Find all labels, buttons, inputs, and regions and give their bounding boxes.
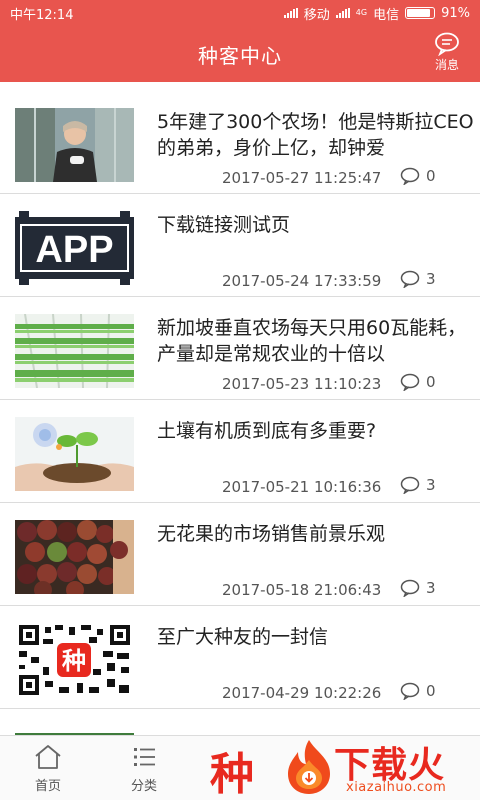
- network-type: 4G: [355, 8, 368, 17]
- app-header: 种客中心 消息: [0, 26, 480, 82]
- article-title: 下载链接测试页: [157, 214, 291, 236]
- watermark-url: xiazaihuo.com: [346, 780, 447, 795]
- tab-home-label: 首页: [34, 779, 61, 794]
- article-date: 2017-04-29 10:22:26: [222, 684, 382, 702]
- comment-count-value: 3: [426, 579, 436, 597]
- status-bar: 中午12:14 移动 4G 电信 91%: [0, 0, 480, 26]
- comment-icon: [400, 579, 420, 597]
- article-title: 5年建了300个农场！他是特斯拉CEO的弟弟，身价上亿，却钟爱: [157, 111, 474, 159]
- comment-count-value: 0: [426, 167, 436, 185]
- article-date: 2017-05-18 21:06:43: [222, 581, 382, 599]
- article-date: 2017-05-23 11:10:23: [222, 375, 382, 393]
- comment-icon: [400, 476, 420, 494]
- article-thumbnail: [15, 314, 134, 388]
- article-date: 2017-05-21 10:16:36: [222, 478, 382, 496]
- article-thumbnail: [15, 417, 134, 491]
- qr-logo-text: 种: [62, 647, 86, 675]
- signal-icon: [283, 8, 298, 18]
- comment-count-value: 3: [426, 476, 436, 494]
- bottom-tab-bar: 首页 分类 种 下载火 xiazaihuo.com: [0, 735, 480, 800]
- list-item[interactable]: 新加坡垂直农场每天只用60瓦能耗，产量却是常规农业的十倍以 2017-05-23…: [0, 297, 480, 400]
- article-thumbnail: [15, 520, 134, 594]
- comment-count-value: 0: [426, 373, 436, 391]
- list-item[interactable]: 无花果的市场销售前景乐观 2017-05-18 21:06:43 3: [0, 503, 480, 606]
- tab-category-label: 分类: [130, 779, 157, 794]
- list-item[interactable]: 种 至广大种友的一封信 2017-04-29 10:22:26 0: [0, 606, 480, 709]
- comment-count: 3: [400, 270, 436, 288]
- article-title: 新加坡垂直农场每天只用60瓦能耗，产量却是常规农业的十倍以: [157, 317, 467, 365]
- list-icon: [134, 748, 155, 766]
- comment-icon: [400, 167, 420, 185]
- app-thumb-text: APP: [35, 229, 113, 271]
- page-title: 种客中心: [198, 43, 282, 68]
- carrier-2: 电信: [373, 7, 400, 23]
- list-item[interactable]: 土壤有机质到底有多重要? 2017-05-21 10:16:36 3: [0, 400, 480, 503]
- comment-count-value: 0: [426, 682, 436, 700]
- comment-count: 0: [400, 682, 436, 700]
- article-thumbnail: 种: [15, 623, 134, 697]
- list-item[interactable]: APP 下载链接测试页 2017-05-24 17:33:59 3: [0, 194, 480, 297]
- signal-icon-2: [335, 8, 350, 18]
- comment-count: 0: [400, 373, 436, 391]
- status-time: 中午12:14: [10, 7, 74, 23]
- comment-icon: [400, 373, 420, 391]
- article-date: 2017-05-27 11:25:47: [222, 169, 382, 187]
- flame-logo-icon: [288, 740, 330, 794]
- article-title: 土壤有机质到底有多重要?: [157, 420, 377, 442]
- carrier-1: 移动: [303, 7, 330, 23]
- comment-count: 3: [400, 476, 436, 494]
- message-button[interactable]: 消息: [434, 32, 460, 73]
- tab-category[interactable]: 分类: [118, 736, 170, 800]
- article-date: 2017-05-24 17:33:59: [222, 272, 382, 290]
- watermark-logo: 下载火 xiazaihuo.com: [282, 738, 477, 798]
- article-list: 5年建了300个农场！他是特斯拉CEO的弟弟，身价上亿，却钟爱 2017-05-…: [0, 82, 480, 734]
- comment-count: 0: [400, 167, 436, 185]
- list-item[interactable]: 5年建了300个农场！他是特斯拉CEO的弟弟，身价上亿，却钟爱 2017-05-…: [0, 91, 480, 194]
- article-thumbnail: [15, 108, 134, 182]
- center-tab-logo[interactable]: 种: [210, 738, 254, 800]
- article-title: 无花果的市场销售前景乐观: [157, 523, 386, 545]
- article-title: 至广大种友的一封信: [157, 626, 329, 648]
- tab-home[interactable]: 首页: [22, 736, 74, 800]
- battery-level: 91%: [441, 5, 470, 21]
- home-icon: [35, 745, 61, 769]
- status-right: 移动 4G 电信 91%: [283, 4, 470, 23]
- comment-count: 3: [400, 579, 436, 597]
- comment-icon: [400, 270, 420, 288]
- comment-count-value: 3: [426, 270, 436, 288]
- battery-icon: [405, 7, 436, 19]
- comment-icon: [400, 682, 420, 700]
- message-label: 消息: [434, 58, 459, 72]
- article-thumbnail: APP: [15, 211, 134, 285]
- chat-bubble-icon: [435, 32, 459, 56]
